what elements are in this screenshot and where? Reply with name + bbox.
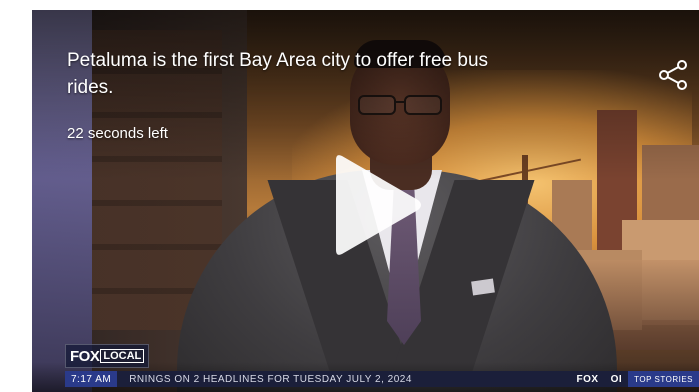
ticker-time: 7:17 AM [65, 371, 118, 387]
news-ticker: 7:17 AM RNINGS ON 2 HEADLINES FOR TUESDA… [65, 371, 699, 387]
play-icon [336, 155, 421, 255]
video-title: Petaluma is the first Bay Area city to o… [67, 50, 489, 98]
ticker-extra: OI [610, 373, 623, 385]
share-icon [659, 60, 687, 90]
share-button[interactable] [657, 58, 691, 92]
fox-local-logo: FOX LOCAL [65, 344, 150, 368]
ticker-headline: RNINGS ON 2 HEADLINES FOR TUESDAY JULY 2… [129, 373, 412, 385]
time-remaining: 22 seconds left [67, 125, 168, 142]
play-button[interactable] [332, 150, 424, 260]
ticker-top-stories: TOP STORIES [628, 371, 699, 387]
logo-local-text: LOCAL [100, 349, 145, 363]
ticker-fox-logo: FOX [576, 373, 599, 385]
video-player[interactable]: Petaluma is the first Bay Area city to o… [32, 10, 699, 392]
logo-fox-text: FOX [70, 347, 100, 365]
